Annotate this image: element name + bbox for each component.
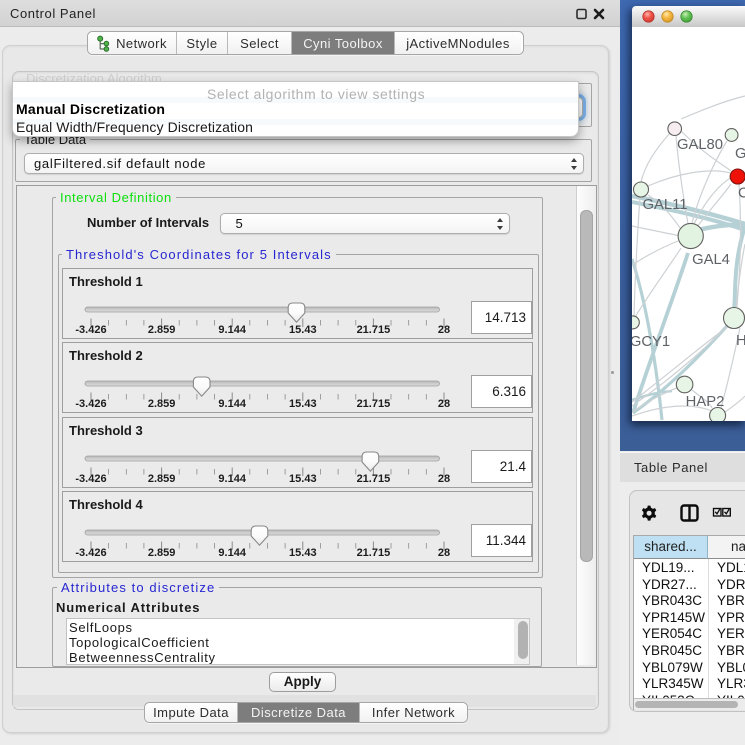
svg-text:GAL80: GAL80 bbox=[677, 137, 723, 153]
svg-text:28: 28 bbox=[438, 473, 450, 485]
svg-text:28: 28 bbox=[438, 398, 450, 410]
svg-text:C: C bbox=[738, 186, 745, 202]
svg-text:9.144: 9.144 bbox=[218, 398, 246, 410]
svg-text:15.43: 15.43 bbox=[289, 547, 317, 559]
svg-text:28: 28 bbox=[438, 547, 450, 559]
svg-text:2.859: 2.859 bbox=[148, 398, 176, 410]
svg-text:15.43: 15.43 bbox=[289, 398, 317, 410]
svg-text:21.715: 21.715 bbox=[357, 398, 391, 410]
svg-text:GA: GA bbox=[735, 146, 745, 162]
svg-text:9.144: 9.144 bbox=[218, 473, 246, 485]
svg-text:2.859: 2.859 bbox=[148, 547, 176, 559]
svg-text:H: H bbox=[736, 333, 745, 349]
svg-text:HAP2: HAP2 bbox=[686, 394, 725, 410]
svg-text:2.859: 2.859 bbox=[148, 324, 176, 336]
svg-text:21.715: 21.715 bbox=[357, 473, 391, 485]
svg-text:9.144: 9.144 bbox=[218, 547, 246, 559]
svg-text:GCY1: GCY1 bbox=[632, 334, 670, 350]
svg-text:28: 28 bbox=[438, 324, 450, 336]
svg-text:GAL11: GAL11 bbox=[643, 197, 688, 213]
svg-text:15.43: 15.43 bbox=[289, 473, 317, 485]
svg-text:-3.426: -3.426 bbox=[75, 398, 106, 410]
svg-text:GAL4: GAL4 bbox=[692, 252, 730, 268]
svg-text:-3.426: -3.426 bbox=[75, 324, 106, 336]
svg-text:-3.426: -3.426 bbox=[75, 473, 106, 485]
svg-text:2.859: 2.859 bbox=[148, 473, 176, 485]
svg-text:9.144: 9.144 bbox=[218, 324, 246, 336]
svg-text:21.715: 21.715 bbox=[357, 324, 391, 336]
svg-text:21.715: 21.715 bbox=[357, 547, 391, 559]
svg-text:-3.426: -3.426 bbox=[75, 547, 106, 559]
svg-text:15.43: 15.43 bbox=[289, 324, 317, 336]
